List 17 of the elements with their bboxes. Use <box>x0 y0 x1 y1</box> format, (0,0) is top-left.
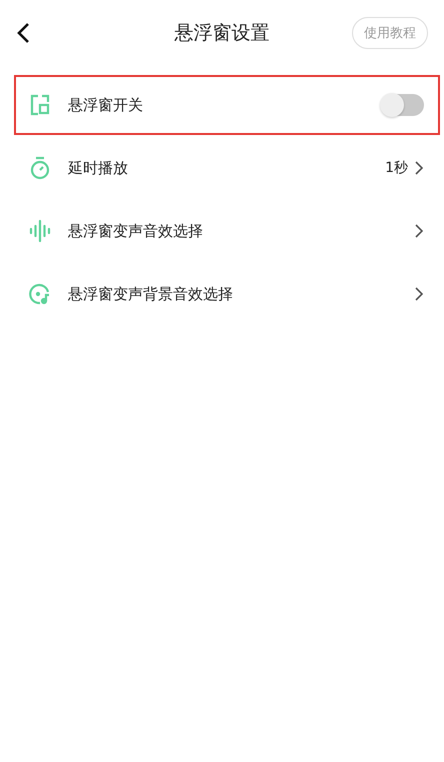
setting-label: 悬浮窗变声背景音效选择 <box>68 284 234 304</box>
chevron-right-icon <box>414 287 424 301</box>
settings-row[interactable]: 悬浮窗变声音效选择 <box>14 201 440 261</box>
sound-wave-icon <box>28 219 52 243</box>
chevron-right-icon <box>414 224 424 238</box>
setting-label: 悬浮窗变声音效选择 <box>68 222 204 240</box>
settings-row[interactable]: 悬浮窗变声背景音效选择 <box>14 264 440 324</box>
music-note-icon <box>28 282 52 306</box>
window-icon <box>28 93 52 117</box>
timer-icon <box>28 156 52 180</box>
setting-value: 1秒 <box>385 159 408 177</box>
page-title: 悬浮窗设置 <box>174 21 270 46</box>
setting-label: 延时播放 <box>68 158 129 178</box>
settings-row[interactable]: 延时播放 1秒 <box>14 138 440 198</box>
setting-label: 悬浮窗开关 <box>68 96 144 114</box>
chevron-right-icon <box>414 161 424 175</box>
highlight-frame[interactable]: 悬浮窗开关 <box>14 75 440 135</box>
